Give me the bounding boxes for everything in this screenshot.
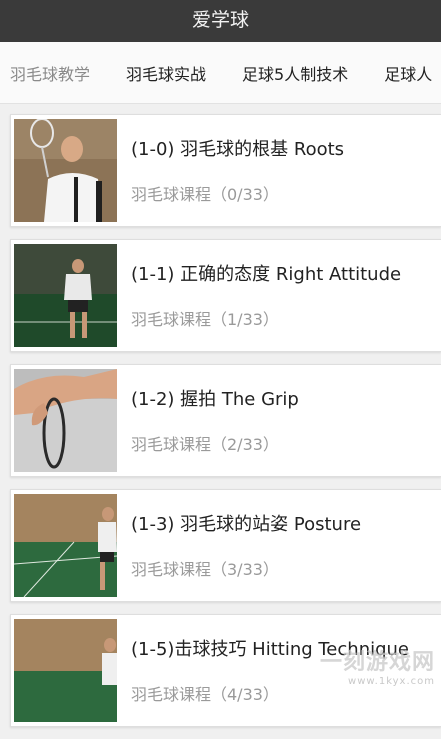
tab-football-more[interactable]: 足球人 [374,61,432,85]
lesson-thumbnail [14,369,117,472]
lesson-thumbnail [14,244,117,347]
category-tabs: 羽毛球教学 羽毛球实战 足球5人制技术 足球人 [0,42,441,104]
watermark-text: 一刻游戏网 [320,650,435,675]
watermark-url: www.1kyx.com [320,676,435,687]
lesson-title: (1-2) 握拍 The Grip [131,385,299,411]
site-watermark: 一刻游戏网 www.1kyx.com [320,644,435,687]
lesson-card[interactable]: (1-0) 羽毛球的根基 Roots 羽毛球课程（0/33） [10,114,441,227]
tab-badminton-practice[interactable]: 羽毛球实战 [116,61,206,85]
lesson-card[interactable]: (1-3) 羽毛球的站姿 Posture 羽毛球课程（3/33） [10,489,441,602]
lesson-subtitle: 羽毛球课程（4/33） [131,681,279,705]
app-header: 爱学球 [0,0,441,42]
app-title: 爱学球 [192,5,249,32]
lesson-thumbnail [14,619,117,722]
lesson-subtitle: 羽毛球课程（0/33） [131,181,279,205]
lesson-subtitle: 羽毛球课程（1/33） [131,306,279,330]
lesson-card[interactable]: (1-1) 正确的态度 Right Attitude 羽毛球课程（1/33） [10,239,441,352]
lesson-title: (1-0) 羽毛球的根基 Roots [131,135,344,161]
lesson-subtitle: 羽毛球课程（2/33） [131,431,279,455]
lesson-title: (1-3) 羽毛球的站姿 Posture [131,510,361,536]
lesson-thumbnail [14,119,117,222]
lesson-subtitle: 羽毛球课程（3/33） [131,556,279,580]
lesson-title: (1-1) 正确的态度 Right Attitude [131,260,401,286]
tab-badminton-teaching[interactable]: 羽毛球教学 [0,61,90,85]
lesson-thumbnail [14,494,117,597]
lesson-card[interactable]: (1-2) 握拍 The Grip 羽毛球课程（2/33） [10,364,441,477]
tab-futsal-technique[interactable]: 足球5人制技术 [232,61,348,85]
